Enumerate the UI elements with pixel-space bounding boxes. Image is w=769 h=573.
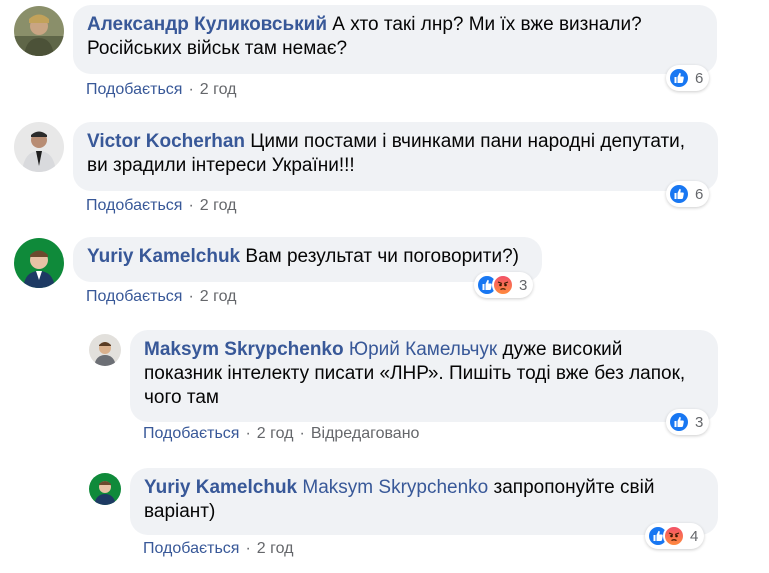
comment-author[interactable]: Александр Куликовський — [87, 14, 327, 35]
reply-author[interactable]: Maksym Skrypchenko — [144, 339, 344, 360]
comment-actions: Подобається · 2 год — [86, 288, 237, 306]
like-reaction-icon — [668, 183, 690, 205]
avatar[interactable] — [89, 334, 121, 366]
reply-author[interactable]: Yuriy Kamelchuk — [144, 477, 297, 498]
reactions-summary[interactable]: 6 — [666, 181, 710, 207]
comment-author[interactable]: Victor Kocherhan — [87, 131, 245, 152]
separator-dot: · — [188, 197, 194, 214]
avatar[interactable] — [14, 122, 64, 172]
angry-reaction-icon — [492, 274, 514, 296]
reply-actions: Подобається · 2 год — [143, 540, 294, 558]
avatar[interactable] — [89, 473, 121, 505]
like-reaction-icon — [668, 411, 690, 433]
separator-dot: · — [299, 425, 305, 442]
comment-bubble: Александр Куликовський А хто такі лнр? М… — [73, 5, 717, 74]
reactions-summary[interactable]: 6 — [666, 65, 710, 91]
separator-dot: · — [245, 425, 251, 442]
reply-actions: Подобається · 2 год · Відредаговано — [143, 425, 419, 443]
like-button[interactable]: Подобається — [143, 425, 239, 442]
timestamp[interactable]: 2 год — [200, 197, 237, 214]
separator-dot: · — [188, 288, 194, 305]
reactions-count: 6 — [695, 185, 704, 203]
mention-link[interactable]: Юрий Камельчук — [349, 339, 497, 360]
reactions-summary[interactable]: 3 — [666, 409, 710, 435]
separator-dot: · — [245, 540, 251, 557]
avatar[interactable] — [14, 238, 64, 288]
reactions-count: 3 — [519, 276, 528, 294]
timestamp[interactable]: 2 год — [200, 81, 237, 98]
comment-text: Вам результат чи поговорити?) — [240, 246, 519, 267]
like-button[interactable]: Подобається — [143, 540, 239, 557]
avatar[interactable] — [14, 6, 64, 56]
like-button[interactable]: Подобається — [86, 197, 182, 214]
reply-bubble: Yuriy Kamelchuk Maksym Skrypchenko запро… — [130, 468, 718, 535]
separator-dot: · — [188, 81, 194, 98]
like-button[interactable]: Подобається — [86, 81, 182, 98]
comment-author[interactable]: Yuriy Kamelchuk — [87, 246, 240, 267]
reactions-count: 3 — [695, 413, 704, 431]
edited-label[interactable]: Відредаговано — [311, 425, 420, 442]
angry-reaction-icon — [663, 525, 685, 547]
reactions-count: 4 — [690, 527, 699, 545]
reactions-count: 6 — [695, 69, 704, 87]
timestamp[interactable]: 2 год — [200, 288, 237, 305]
like-reaction-icon — [668, 67, 690, 89]
mention-link[interactable]: Maksym Skrypchenko — [302, 477, 488, 498]
reactions-summary[interactable]: 4 — [645, 523, 705, 549]
comment-actions: Подобається · 2 год — [86, 197, 237, 215]
comment-actions: Подобається · 2 год — [86, 81, 237, 99]
reactions-summary[interactable]: 3 — [474, 272, 534, 298]
comment-bubble: Yuriy Kamelchuk Вам результат чи поговор… — [73, 237, 542, 282]
comment-bubble: Victor Kocherhan Цими постами і вчинками… — [73, 122, 718, 191]
timestamp[interactable]: 2 год — [257, 425, 294, 442]
reply-bubble: Maksym Skrypchenko Юрий Камельчук дуже в… — [130, 330, 718, 422]
timestamp[interactable]: 2 год — [257, 540, 294, 557]
like-button[interactable]: Подобається — [86, 288, 182, 305]
